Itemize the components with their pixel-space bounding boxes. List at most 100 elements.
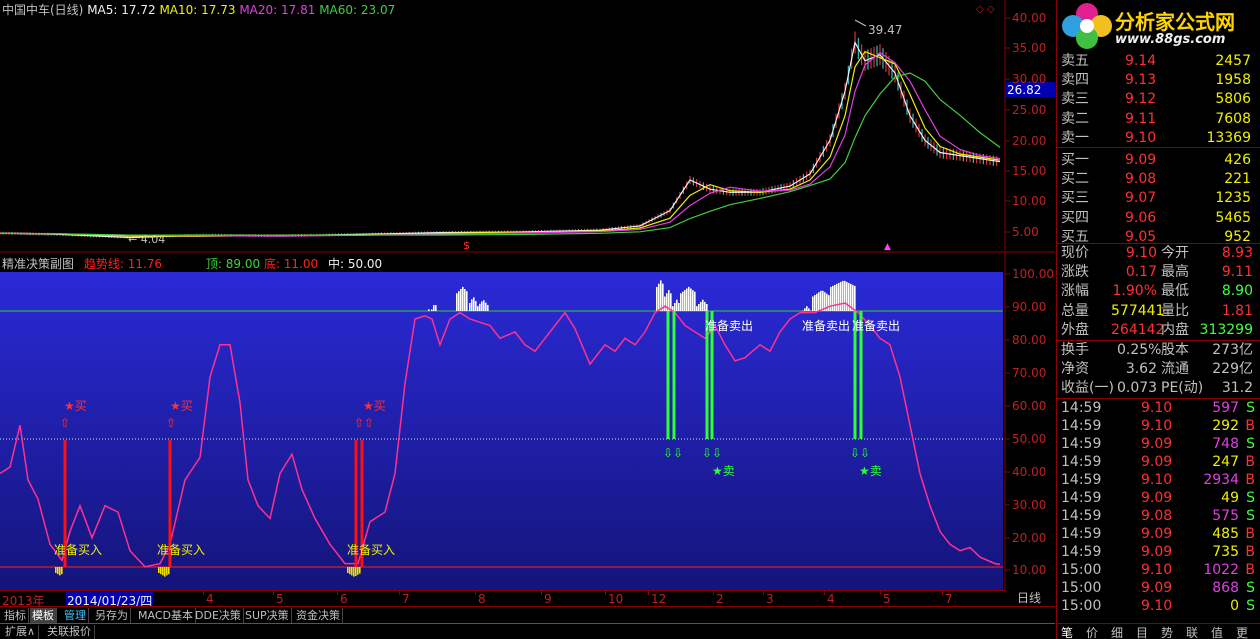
x-tick xyxy=(475,591,476,595)
tick-price: 9.09 xyxy=(1141,580,1173,596)
order-label: 买一 xyxy=(1061,152,1089,168)
tick-row: 15:00 9.10 1022 B xyxy=(1059,561,1257,579)
strength-bar xyxy=(830,286,832,311)
strength-bar xyxy=(481,301,483,311)
x-month-label: 4 xyxy=(206,592,214,606)
tab-8[interactable]: 资金决策 xyxy=(294,608,343,623)
tick-side: B xyxy=(1245,418,1255,434)
x-axis: 2013年 2014/01/23/四 4 5 6 7 8 9 10 12 2 3 4 5 7 xyxy=(0,590,1005,609)
tab-4[interactable]: 另存为 xyxy=(93,608,131,623)
panel-tab[interactable]: 值 xyxy=(1211,624,1223,639)
panel-tab[interactable]: 价 xyxy=(1086,624,1098,639)
order-volume: 13369 xyxy=(1206,129,1251,146)
panel-tab[interactable]: 联 xyxy=(1186,624,1198,639)
order-label: 卖四 xyxy=(1061,72,1089,89)
tick-volume: 868 xyxy=(1212,580,1239,596)
tab-5[interactable]: MACD基本 xyxy=(136,608,196,623)
x-tick xyxy=(203,591,204,595)
tick-time: 14:59 xyxy=(1061,418,1102,434)
quote-label: 内盘 xyxy=(1161,321,1189,338)
sub-axis-label: 20.00 xyxy=(1012,531,1047,545)
sub-axis-label: 90.00 xyxy=(1012,300,1047,314)
strength-bar xyxy=(485,302,487,311)
quote-row: 涨跌 0.17 最高 9.11 xyxy=(1059,263,1257,282)
strength-bar xyxy=(664,296,666,311)
panel-tab[interactable]: 目 xyxy=(1136,624,1148,639)
order-price: 9.08 xyxy=(1125,171,1157,188)
order-label: 卖一 xyxy=(1061,129,1089,146)
weakness-bar xyxy=(349,567,351,575)
site-logo: 分析家公式网 www.88gs.com xyxy=(1057,0,1260,52)
tab-related-quote[interactable]: 关联报价 xyxy=(44,625,95,639)
bid-row[interactable]: 买一 9.09 426 xyxy=(1059,151,1257,170)
bid-row[interactable]: 买四 9.06 5465 xyxy=(1059,209,1257,228)
strength-bar xyxy=(820,290,822,311)
tab-expand[interactable]: 扩展∧ xyxy=(2,625,40,639)
strength-bar xyxy=(475,301,477,311)
strength-bar xyxy=(680,293,682,311)
tab-2[interactable]: 模板 xyxy=(30,608,57,623)
tick-side: S xyxy=(1246,508,1255,524)
tab-7[interactable]: SUP决策 xyxy=(243,608,292,623)
order-price: 9.14 xyxy=(1125,53,1157,69)
quote-label: 最低 xyxy=(1161,283,1189,300)
tick-row: 14:59 9.10 292 B xyxy=(1059,417,1257,435)
ask-row[interactable]: 卖一 9.10 13369 xyxy=(1059,129,1257,148)
period-label[interactable]: 日线 xyxy=(1017,590,1041,606)
ask-row[interactable]: 卖五 9.14 2457 xyxy=(1059,52,1257,71)
main-axis-label: 20.00 xyxy=(1012,134,1047,148)
x-month-label: 5 xyxy=(883,592,891,606)
bid-row[interactable]: 买三 9.07 1235 xyxy=(1059,189,1257,208)
order-volume: 1958 xyxy=(1215,72,1251,89)
quote-label: 现价 xyxy=(1061,245,1089,261)
sub-axis-label: 60.00 xyxy=(1012,399,1047,413)
quote-label: 涨跌 xyxy=(1061,264,1089,281)
peak-label: 39.47 xyxy=(868,23,903,37)
quote-value: 8.93 xyxy=(1221,245,1253,261)
tab-1[interactable]: 指标 xyxy=(2,608,29,623)
tab-3[interactable]: 管理 xyxy=(62,608,89,623)
order-volume: 5465 xyxy=(1215,209,1251,226)
weakness-bar xyxy=(61,567,63,575)
quote-value: 9.11 xyxy=(1221,264,1253,281)
x-month-label: 4 xyxy=(827,592,835,606)
x-tick xyxy=(399,591,400,595)
dollar-marker: $ xyxy=(463,239,470,252)
tick-volume: 748 xyxy=(1212,436,1239,452)
tick-price: 9.10 xyxy=(1141,400,1173,416)
weakness-bar xyxy=(355,567,357,576)
tick-time: 14:59 xyxy=(1061,544,1102,560)
strength-bar xyxy=(844,280,846,311)
strength-bar xyxy=(706,304,708,311)
panel-tab[interactable]: 势 xyxy=(1161,624,1173,639)
quote-row: 外盘 264142 内盘 313299 xyxy=(1059,321,1257,340)
x-tick xyxy=(824,591,825,595)
panel-tab[interactable]: 笔 xyxy=(1061,624,1073,639)
tick-volume: 2934 xyxy=(1203,472,1239,488)
strength-bar xyxy=(846,281,848,311)
ask-row[interactable]: 卖二 9.11 7608 xyxy=(1059,110,1257,129)
tab-6[interactable]: DDE决策 xyxy=(193,608,244,623)
ask-row[interactable]: 卖四 9.13 1958 xyxy=(1059,71,1257,90)
x-tick xyxy=(273,591,274,595)
bid-row[interactable]: 买二 9.08 221 xyxy=(1059,170,1257,189)
order-label: 卖二 xyxy=(1061,110,1089,127)
order-price: 9.13 xyxy=(1125,72,1157,89)
ready-sell-label: 准备卖出 xyxy=(852,319,901,333)
fund-label: 换手 xyxy=(1061,342,1089,358)
strength-bar xyxy=(692,290,694,311)
strength-bar xyxy=(832,285,834,311)
panel-tab[interactable]: 更 xyxy=(1236,624,1248,639)
corner-icons[interactable]: ◇ ◇ xyxy=(976,2,995,18)
fund-value: 31.2 xyxy=(1221,380,1253,396)
weakness-bar xyxy=(353,567,355,577)
strength-bar xyxy=(834,284,836,311)
logo-url: www.88gs.com xyxy=(1115,32,1226,47)
panel-tab[interactable]: 细 xyxy=(1111,624,1123,639)
tick-price: 9.09 xyxy=(1141,544,1173,560)
indicator-chart[interactable] xyxy=(0,254,1055,590)
tick-price: 9.09 xyxy=(1141,436,1173,452)
quote-value: 1.90% xyxy=(1112,283,1157,300)
tick-row: 14:59 9.10 597 S xyxy=(1059,399,1257,417)
ask-row[interactable]: 卖三 9.12 5806 xyxy=(1059,90,1257,109)
